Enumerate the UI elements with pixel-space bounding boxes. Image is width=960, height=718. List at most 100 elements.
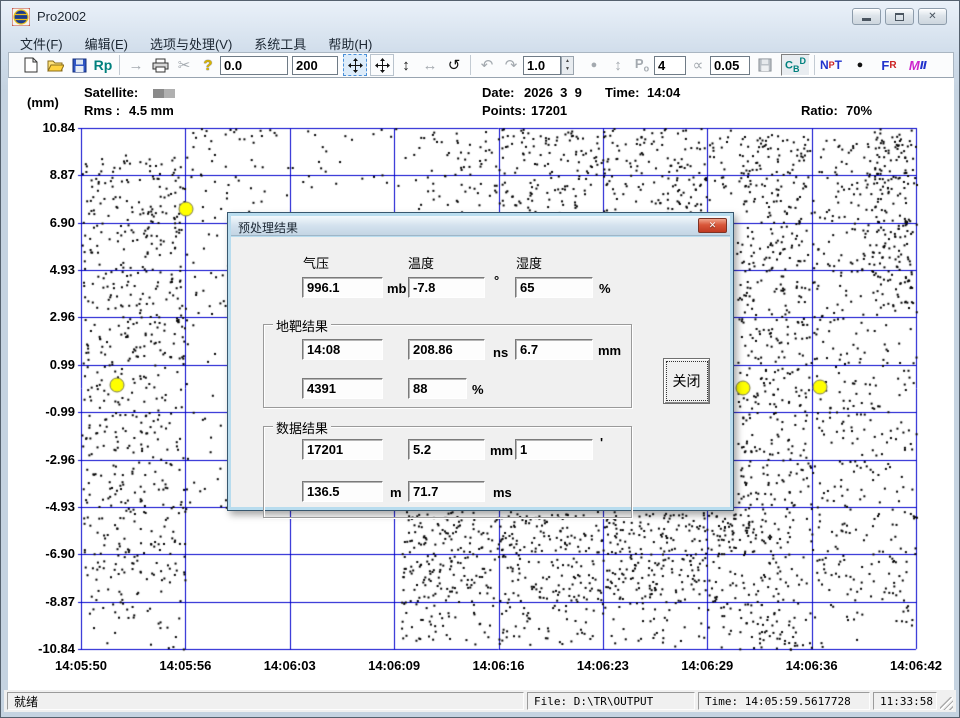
scale-spinner[interactable]: ▲ ▼ <box>561 56 574 75</box>
restore-icon <box>895 13 904 21</box>
save-result-button[interactable] <box>753 54 777 76</box>
pressure-field[interactable]: 996.1 <box>302 277 383 298</box>
horizontal-scale-button[interactable]: ↔ <box>418 54 442 76</box>
resize-grip[interactable] <box>940 697 953 710</box>
save-gray-icon <box>758 58 772 72</box>
app-window: Pro2002 ✕ 文件(F) 编辑(E) 选项与处理(V) 系统工具 帮助(H… <box>0 0 960 718</box>
target-count-field[interactable]: 4391 <box>302 378 383 399</box>
open-file-button[interactable] <box>43 54 67 76</box>
rotate-right-button[interactable]: ↷ <box>499 54 523 76</box>
vertical-scale-button[interactable]: ↕ <box>394 54 418 76</box>
save-button[interactable] <box>67 54 91 76</box>
x-tick-label: 14:06:42 <box>874 658 958 673</box>
y-tick-label: 2.96 <box>19 309 75 324</box>
step-input[interactable] <box>710 56 750 75</box>
printer-icon <box>152 58 169 73</box>
y-tick-label: -2.96 <box>19 452 75 467</box>
toolbar-separator <box>470 55 471 75</box>
print-button[interactable] <box>148 54 172 76</box>
scale-input[interactable] <box>523 56 561 75</box>
close-button[interactable]: ✕ <box>918 8 947 25</box>
forward-button[interactable]: → <box>124 54 148 76</box>
undo-button[interactable]: ↺ <box>442 54 466 76</box>
temp-unit: ° <box>494 273 499 288</box>
point-mode-button[interactable]: ● <box>582 54 606 76</box>
satellite-label: Satellite: <box>84 85 138 100</box>
dot-black-icon: ● <box>857 59 864 71</box>
points-label: Points: <box>482 103 526 118</box>
y-unit-label: (mm) <box>27 95 59 110</box>
minimize-icon <box>862 18 871 21</box>
data-angle-field[interactable]: 1 <box>515 439 593 460</box>
npt-button[interactable]: NPT <box>819 54 843 76</box>
data-group-label: 数据结果 <box>273 418 331 437</box>
data-angle-unit: ' <box>600 435 603 450</box>
dialog-ok-close-button[interactable]: 关闭 <box>663 358 710 404</box>
data-dur-field[interactable]: 71.7 <box>408 481 485 502</box>
dialog-title: 预处理结果 <box>238 219 298 236</box>
cbd-mode-button[interactable]: CBD <box>781 54 810 76</box>
open-folder-icon <box>47 58 64 72</box>
target-ratio-unit: % <box>472 382 484 397</box>
x-tick-label: 14:06:29 <box>665 658 749 673</box>
window-title: Pro2002 <box>37 9 86 24</box>
rp-button[interactable]: Rp <box>91 54 115 76</box>
marker-button[interactable]: ● <box>848 54 872 76</box>
target-delay-field[interactable]: 208.86 <box>408 339 485 360</box>
rms-value: 4.5 mm <box>129 103 174 118</box>
pan-mode-button[interactable] <box>370 54 394 76</box>
help-button[interactable]: ? <box>196 54 220 76</box>
pressure-unit: mb <box>387 281 407 296</box>
target-ratio-field[interactable]: 88 <box>408 378 467 399</box>
save-icon <box>72 58 87 73</box>
y-tick-label: -10.84 <box>19 641 75 656</box>
minimize-button[interactable] <box>852 8 881 25</box>
data-dist-field[interactable]: 136.5 <box>302 481 383 502</box>
proportional-icon: ∝ <box>693 56 704 74</box>
rp-label: Rp <box>94 57 113 73</box>
window-size-input[interactable] <box>292 56 338 75</box>
x-tick-label: 14:05:50 <box>39 658 123 673</box>
data-dist-unit: m <box>390 485 402 500</box>
toolbar-separator <box>814 55 815 75</box>
new-file-button[interactable] <box>19 54 43 76</box>
order-input[interactable] <box>654 56 686 75</box>
dialog-title-bar[interactable]: 预处理结果 ✕ <box>231 216 730 236</box>
preprocess-result-dialog: 预处理结果 ✕ 气压 996.1 mb 温度 -7.8 ° 湿度 65 % 地靶… <box>227 212 734 511</box>
spinner-up-icon[interactable]: ▲ <box>562 57 573 66</box>
temp-field[interactable]: -7.8 <box>408 277 485 298</box>
dialog-close-button[interactable]: ✕ <box>698 218 727 233</box>
y-tick-label: 10.84 <box>19 120 75 135</box>
target-rms-field[interactable]: 6.7 <box>515 339 593 360</box>
fr-button[interactable]: FR <box>877 54 901 76</box>
spinner-down-icon[interactable]: ▼ <box>562 65 573 74</box>
dialog-body: 气压 996.1 mb 温度 -7.8 ° 湿度 65 % 地靶结果 14:08… <box>231 237 730 507</box>
data-rms-unit: mm <box>490 443 513 458</box>
humidity-field[interactable]: 65 <box>515 277 593 298</box>
pressure-label: 气压 <box>303 253 329 272</box>
proportional-button[interactable]: ∝ <box>686 54 710 76</box>
dialog-close-icon: ✕ <box>709 220 717 231</box>
title-bar[interactable]: Pro2002 ✕ <box>1 1 959 33</box>
stretch-button[interactable]: ↕ <box>606 54 630 76</box>
offset-input[interactable] <box>220 56 288 75</box>
fr-label: F <box>881 58 889 73</box>
cut-button[interactable]: ✂ <box>172 54 196 76</box>
target-time-field[interactable]: 14:08 <box>302 339 383 360</box>
humidity-label: 湿度 <box>516 253 542 272</box>
restore-button[interactable] <box>885 8 914 25</box>
y-tick-label: 8.87 <box>19 167 75 182</box>
y-tick-label: 6.90 <box>19 215 75 230</box>
toolbar: Rp → ✂ ? ↕ ↔ ↺ ↶ ↷ ▲ ▼ ● ↕ Po ∝ <box>8 52 954 78</box>
data-points-field[interactable]: 17201 <box>302 439 383 460</box>
p0-button[interactable]: Po <box>630 54 654 76</box>
pan-mode-button-active[interactable] <box>343 54 367 76</box>
data-rms-field[interactable]: 5.2 <box>408 439 485 460</box>
close-icon: ✕ <box>928 11 936 22</box>
app-icon <box>12 8 30 26</box>
points-value: 17201 <box>531 103 567 118</box>
mii-label: M <box>909 58 920 73</box>
mii-button[interactable]: MⅡ <box>906 54 930 76</box>
rotate-left-button[interactable]: ↶ <box>475 54 499 76</box>
date-label: Date: <box>482 85 515 100</box>
